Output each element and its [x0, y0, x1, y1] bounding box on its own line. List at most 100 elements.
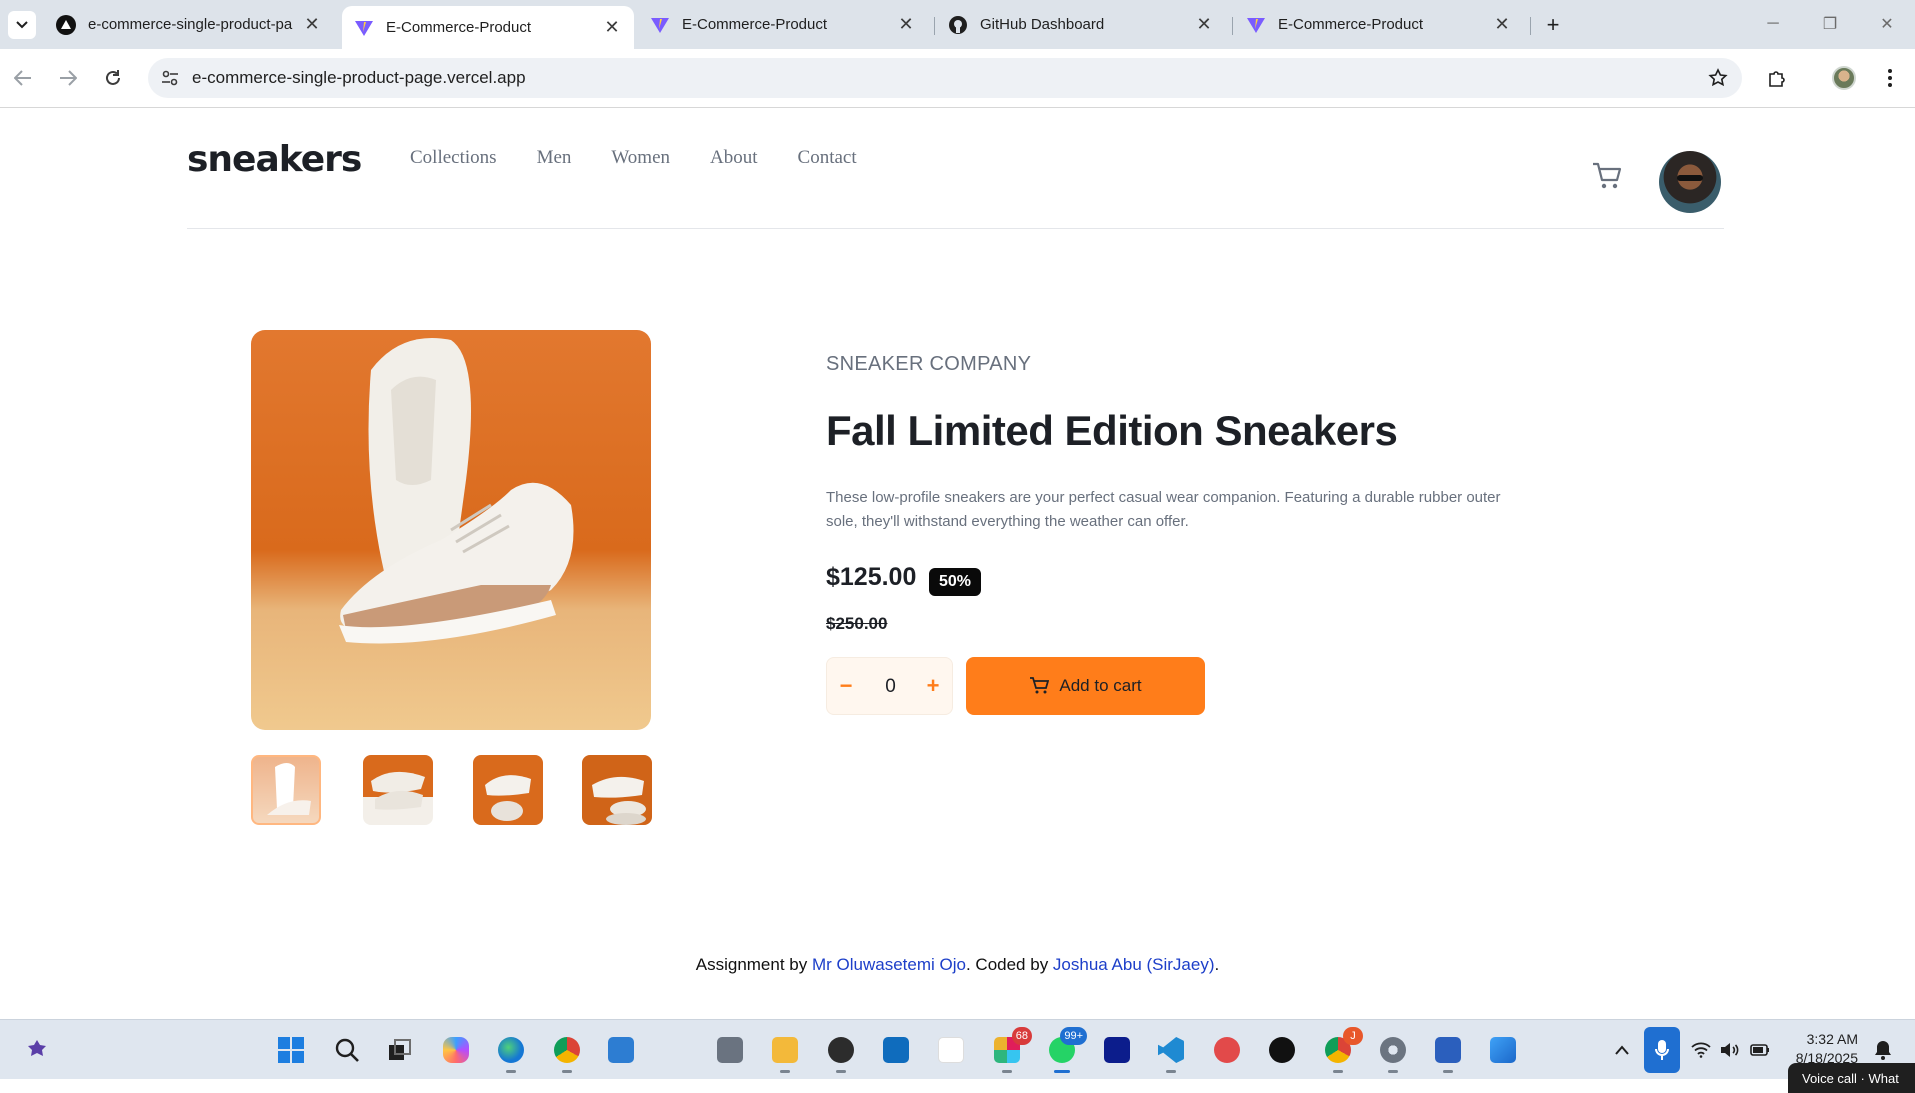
- quantity-stepper: − 0 +: [826, 657, 953, 715]
- media-player-icon[interactable]: [824, 1033, 858, 1073]
- tab-title: GitHub Dashboard: [980, 16, 1105, 33]
- browser-tab-active[interactable]: E-Commerce-Product ✕: [342, 6, 634, 49]
- file-explorer-icon[interactable]: [768, 1033, 802, 1073]
- search-icon[interactable]: [330, 1033, 364, 1067]
- browser-tab[interactable]: e-commerce-single-product-pa ✕: [44, 8, 334, 41]
- clock-time: 3:32 AM: [1806, 1031, 1858, 1047]
- restore-button[interactable]: ❐: [1810, 10, 1850, 38]
- sneaker-illustration: [339, 338, 574, 644]
- close-tab-icon[interactable]: ✕: [1194, 14, 1214, 35]
- coder-link[interactable]: Joshua Abu (SirJaey): [1053, 955, 1215, 974]
- tab-title: E-Commerce-Product: [682, 16, 828, 33]
- vercel-triangle-icon: [56, 14, 76, 35]
- chrome-icon[interactable]: [550, 1033, 584, 1073]
- web-page: sneakers Collections Men Women About Con…: [0, 109, 1915, 1019]
- minimize-button[interactable]: ─: [1753, 10, 1793, 38]
- outlook-icon[interactable]: [879, 1033, 913, 1067]
- slack-badge: 68: [1011, 1027, 1032, 1045]
- settings-gear-icon[interactable]: [1376, 1033, 1410, 1073]
- close-tab-icon[interactable]: ✕: [602, 17, 622, 38]
- profile-avatar-button[interactable]: [1829, 63, 1859, 93]
- thumbnail-4[interactable]: [582, 755, 652, 825]
- new-tab-button[interactable]: +: [1540, 12, 1566, 38]
- tab-title: E-Commerce-Product: [1278, 16, 1424, 33]
- notification-bell-icon[interactable]: [1866, 1033, 1900, 1067]
- tiktok-icon[interactable]: [1265, 1033, 1299, 1067]
- url-text: e-commerce-single-product-page.vercel.ap…: [192, 68, 526, 87]
- tab-search-button[interactable]: [8, 11, 36, 39]
- thumbnail-2[interactable]: [363, 755, 433, 825]
- current-price: $125.00: [826, 563, 917, 591]
- site-logo[interactable]: sneakers: [187, 139, 362, 180]
- vite-icon: [1246, 15, 1266, 35]
- add-to-cart-label: Add to cart: [1059, 676, 1142, 695]
- original-price: $250.00: [826, 614, 888, 633]
- volume-icon[interactable]: [1713, 1033, 1747, 1067]
- github-icon: [948, 15, 968, 35]
- microphone-button[interactable]: [1644, 1027, 1680, 1073]
- arrow-left-icon: [14, 70, 31, 86]
- product-thumbnails: [251, 755, 655, 827]
- nav-link-about[interactable]: About: [710, 147, 758, 169]
- increase-quantity-button[interactable]: +: [920, 672, 946, 700]
- word-icon[interactable]: [1431, 1033, 1465, 1073]
- extensions-puzzle-icon[interactable]: [1762, 63, 1792, 93]
- chrome-profile-icon[interactable]: J: [1321, 1027, 1363, 1073]
- close-tab-icon[interactable]: ✕: [1492, 14, 1512, 35]
- browser-tab[interactable]: E-Commerce-Product ✕: [638, 8, 928, 41]
- app-icon[interactable]: [934, 1033, 968, 1067]
- tab-separator: [1232, 17, 1233, 35]
- browser-tab[interactable]: E-Commerce-Product ✕: [1234, 8, 1524, 41]
- close-tab-icon[interactable]: ✕: [896, 14, 916, 35]
- vscode-icon[interactable]: [1154, 1033, 1188, 1073]
- photos-icon[interactable]: [1486, 1033, 1520, 1067]
- show-hidden-icons-chevron-up-icon[interactable]: [1605, 1033, 1639, 1067]
- start-button-windows-icon[interactable]: [274, 1033, 308, 1067]
- author-link[interactable]: Mr Oluwasetemi Ojo: [812, 955, 966, 974]
- battery-icon[interactable]: [1743, 1033, 1777, 1067]
- reload-icon: [106, 70, 120, 85]
- site-settings-icon[interactable]: [156, 64, 184, 92]
- browser-tab[interactable]: GitHub Dashboard ✕: [936, 8, 1226, 41]
- reload-button[interactable]: [98, 63, 128, 93]
- discount-badge: 50%: [929, 568, 981, 596]
- tab-separator: [1530, 17, 1531, 35]
- slack-icon[interactable]: 68: [990, 1027, 1032, 1073]
- efootball-icon[interactable]: [1100, 1033, 1134, 1067]
- add-to-cart-button[interactable]: Add to cart: [966, 657, 1205, 715]
- bookmark-star-icon[interactable]: [1706, 66, 1730, 90]
- voice-call-popup[interactable]: Voice call · What: [1788, 1063, 1915, 1093]
- nav-link-men[interactable]: Men: [537, 147, 572, 169]
- address-bar[interactable]: e-commerce-single-product-page.vercel.ap…: [148, 58, 1742, 98]
- tab-separator: [934, 17, 935, 35]
- edge-browser-icon[interactable]: [494, 1033, 528, 1073]
- calculator-icon[interactable]: [713, 1033, 747, 1067]
- nav-link-collections[interactable]: Collections: [410, 147, 497, 169]
- footer-middle: . Coded by: [965, 955, 1053, 974]
- copilot-icon[interactable]: [439, 1033, 473, 1067]
- nav-link-contact[interactable]: Contact: [798, 147, 857, 169]
- nav-link-women[interactable]: Women: [611, 147, 670, 169]
- company-name: SNEAKER COMPANY: [826, 353, 1032, 375]
- browser-menu-icon[interactable]: [1875, 63, 1905, 93]
- decrease-quantity-button[interactable]: −: [833, 672, 859, 700]
- close-window-button[interactable]: ✕: [1867, 10, 1907, 38]
- close-tab-icon[interactable]: ✕: [302, 14, 322, 35]
- notepad-icon[interactable]: [604, 1033, 638, 1067]
- thumbnail-3[interactable]: [473, 755, 543, 825]
- product-description: These low-profile sneakers are your perf…: [826, 489, 1501, 530]
- back-button[interactable]: [8, 63, 38, 93]
- product-main-image[interactable]: [251, 330, 651, 730]
- whatsapp-icon[interactable]: 99+: [1045, 1027, 1087, 1073]
- chrome-profile-badge: J: [1343, 1027, 1363, 1045]
- footer-suffix: .: [1214, 955, 1220, 974]
- user-avatar[interactable]: [1659, 151, 1721, 213]
- forward-button[interactable]: [53, 63, 83, 93]
- thumbnail-1[interactable]: [251, 755, 321, 825]
- vite-icon: [354, 18, 374, 38]
- product-title: Fall Limited Edition Sneakers: [826, 407, 1398, 454]
- task-view-icon[interactable]: [383, 1033, 417, 1067]
- cart-icon[interactable]: [1592, 162, 1624, 192]
- snipping-tool-icon[interactable]: [1210, 1033, 1244, 1067]
- widgets-icon[interactable]: [20, 1033, 54, 1067]
